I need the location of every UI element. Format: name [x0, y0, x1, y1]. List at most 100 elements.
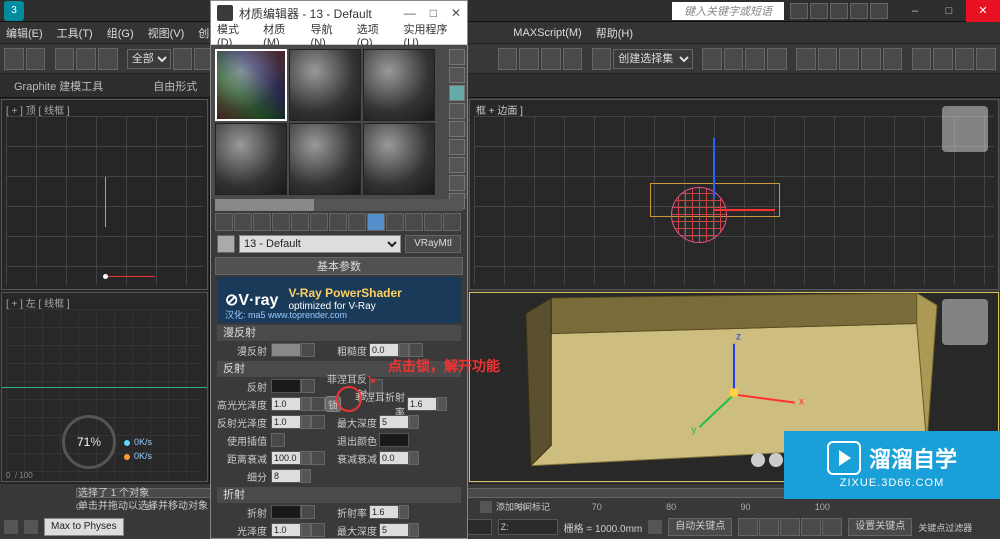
refr-ior-spin-btn[interactable] [399, 505, 409, 519]
close-button[interactable]: ✕ [966, 0, 1000, 22]
go-parent-icon[interactable] [405, 213, 423, 231]
anglesnap-icon[interactable] [563, 48, 583, 70]
refr-depth-spinner[interactable]: 5 [379, 523, 409, 537]
reflect-map-button[interactable] [301, 379, 315, 393]
roughness-spinner[interactable]: 0.0 [369, 343, 399, 357]
material-slot-1[interactable] [215, 49, 287, 121]
roughness-spin-btn[interactable] [399, 343, 409, 357]
help-icon[interactable] [870, 3, 888, 19]
diffuse-map-button[interactable] [301, 343, 315, 357]
make-unique-icon[interactable] [310, 213, 328, 231]
pct-icon[interactable] [498, 48, 518, 70]
get-material-icon[interactable] [215, 213, 233, 231]
next-frame-button[interactable] [801, 518, 821, 536]
roughness-map-button[interactable] [409, 343, 423, 357]
snap2-icon[interactable] [541, 48, 561, 70]
menu-view[interactable]: 视图(V) [148, 25, 185, 41]
viewcube[interactable] [942, 106, 988, 152]
viewport-top[interactable]: [ + ] 顶 [ 线框 ] [1, 99, 208, 290]
refl-gloss-spinner[interactable]: 1.0 [271, 415, 301, 429]
viewcube[interactable] [942, 299, 988, 345]
menu-maxscript[interactable]: MAXScript(M) [513, 27, 581, 39]
teapot3-icon[interactable] [955, 48, 975, 70]
add-time-tag-label[interactable]: 添加时间标记 [496, 500, 550, 513]
script-listener-icon[interactable] [4, 520, 18, 534]
goto-start-button[interactable] [738, 518, 758, 536]
menu-group[interactable]: 组(G) [107, 25, 134, 41]
material-slot-3[interactable] [363, 49, 435, 121]
keyfilter-button[interactable]: 关键点过滤器 [918, 521, 972, 534]
schematic-button[interactable] [796, 48, 816, 70]
dialog-close-button[interactable]: ✕ [451, 6, 461, 20]
uvtile-icon[interactable] [449, 103, 465, 119]
menu-tools[interactable]: 工具(T) [57, 25, 93, 41]
max-to-physes-button[interactable]: Max to Physes [44, 518, 124, 536]
undo-button[interactable] [4, 48, 24, 70]
material-type-button[interactable]: VRayMtl [405, 235, 461, 253]
graphite-tab-freeform[interactable]: 自由形式 [153, 78, 197, 94]
dimdist-spin-btn[interactable] [301, 451, 311, 465]
reflect-color-swatch[interactable] [271, 379, 301, 393]
refr-depth-spin-btn[interactable] [409, 523, 419, 537]
hilight-map-button[interactable] [311, 397, 325, 411]
sample-type-icon[interactable] [449, 49, 465, 65]
dialog-minimize-button[interactable]: — [404, 6, 416, 20]
material-name-select[interactable]: 13 - Default [239, 235, 401, 253]
minimize-button[interactable]: – [898, 0, 932, 22]
material-slot-5[interactable] [289, 123, 361, 195]
menu-help[interactable]: 帮助(H) [596, 25, 633, 41]
exitcolor-swatch[interactable] [379, 433, 409, 447]
more-icon[interactable] [976, 48, 996, 70]
lock-ui-icon[interactable] [24, 520, 38, 534]
slot-scrollbar[interactable] [215, 199, 463, 211]
interp-checkbox[interactable] [271, 433, 285, 447]
viewport-top-label[interactable]: [ + ] 顶 [ 线框 ] [6, 102, 70, 117]
layer-button[interactable] [745, 48, 765, 70]
hilight-lock-button[interactable]: 锁 [325, 396, 341, 412]
refract-map-button[interactable] [301, 505, 315, 519]
filter-button[interactable] [173, 48, 193, 70]
menu-create[interactable]: 创 [198, 25, 209, 41]
videocheck-icon[interactable] [449, 121, 465, 137]
signin-icon[interactable] [810, 3, 828, 19]
link-button[interactable] [55, 48, 75, 70]
rollout-basic-params[interactable]: 基本参数 [215, 257, 463, 275]
unlink-button[interactable] [76, 48, 96, 70]
make-copy-icon[interactable] [291, 213, 309, 231]
refr-ior-spinner[interactable]: 1.6 [369, 505, 399, 519]
dialog-maximize-button[interactable]: □ [430, 6, 437, 20]
named-selection-select[interactable]: 创建选择集 [613, 49, 693, 69]
subdiv-spin-btn[interactable] [301, 469, 311, 483]
setkey-button[interactable]: 设置关键点 [848, 518, 912, 536]
keyword-search-input[interactable]: 键入关键字或短语 [672, 2, 784, 20]
options-icon[interactable] [449, 157, 465, 173]
viewport-side[interactable]: 框 + 边面 ] [469, 99, 999, 290]
teapot1-icon[interactable] [912, 48, 932, 70]
snap-icon[interactable] [519, 48, 539, 70]
render-setup-button[interactable] [839, 48, 859, 70]
steering-wheel-icon[interactable] [751, 453, 787, 473]
ior-spin-btn[interactable] [437, 397, 447, 411]
matid-channel-icon[interactable] [348, 213, 366, 231]
teapot2-icon[interactable] [933, 48, 953, 70]
preview-icon[interactable] [449, 139, 465, 155]
show-in-vp-icon[interactable] [367, 213, 385, 231]
hilight-spin-btn[interactable] [301, 397, 311, 411]
reflgloss-spin-btn[interactable] [301, 415, 311, 429]
infocenter-icon[interactable] [790, 3, 808, 19]
exchange-icon[interactable] [830, 3, 848, 19]
fresnel-ior-spinner[interactable]: 1.6 [407, 397, 437, 411]
editnset-icon[interactable] [592, 48, 612, 70]
hilight-gloss-spinner[interactable]: 1.0 [271, 397, 301, 411]
maxdepth-spinner[interactable]: 5 [379, 415, 409, 429]
selection-scope-select[interactable]: 全部 [127, 49, 171, 69]
refract-color-swatch[interactable] [271, 505, 301, 519]
maxdepth-spin-btn[interactable] [409, 415, 419, 429]
dimdist-checkbox[interactable] [311, 451, 325, 465]
maximize-button[interactable]: □ [932, 0, 966, 22]
material-button[interactable] [818, 48, 838, 70]
put-library-icon[interactable] [329, 213, 347, 231]
viewport-side-label[interactable]: 框 + 边面 ] [476, 102, 523, 117]
material-slot-2[interactable] [289, 49, 361, 121]
isolate-icon[interactable] [648, 520, 662, 534]
